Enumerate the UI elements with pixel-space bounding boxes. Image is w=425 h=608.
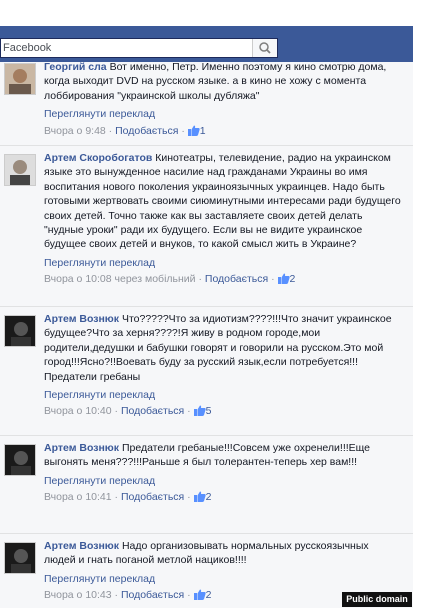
avatar-photo-icon (5, 155, 35, 185)
translate-link[interactable]: Переглянути переклад (44, 256, 402, 270)
thumbs-up-icon (193, 491, 206, 503)
like-count[interactable]: 5 (206, 405, 212, 417)
translate-link[interactable]: Переглянути переклад (44, 388, 402, 402)
comment-meta: Вчора о 10:08 через мобільний · Подобаєт… (44, 273, 296, 286)
avatar-photo-icon (5, 64, 35, 94)
comment-text: Кинотеатры, телевидение, радио на украин… (44, 152, 401, 251)
like-button[interactable]: Подобається (115, 125, 178, 137)
avatar[interactable] (4, 63, 36, 95)
avatar[interactable] (4, 542, 36, 574)
comment-meta: Вчора о 9:48 · Подобається · 1 (44, 124, 206, 137)
avatar-photo-icon (5, 445, 35, 475)
like-count[interactable]: 1 (200, 125, 206, 137)
comment: Артем Скоробогатов Кинотеатры, телевиден… (0, 146, 413, 307)
public-domain-badge: Public domain (342, 592, 412, 607)
comment-author[interactable]: Артем Вознюк (44, 540, 119, 552)
comment-author[interactable]: Георгий сла (44, 62, 107, 73)
avatar[interactable] (4, 444, 36, 476)
avatar[interactable] (4, 154, 36, 186)
translate-link[interactable]: Переглянути переклад (44, 107, 402, 121)
comment-time[interactable]: Вчора о 10:08 через мобільний (44, 273, 196, 285)
like-count[interactable]: 2 (206, 491, 212, 503)
comment-time[interactable]: Вчора о 10:40 (44, 405, 112, 417)
comment-author[interactable]: Артем Вознюк (44, 442, 119, 454)
avatar[interactable] (4, 315, 36, 347)
comment: Артем Вознюк Что?????Что за идиотизм????… (0, 307, 413, 436)
like-button[interactable]: Подобається (121, 491, 184, 503)
thumbs-up-icon (187, 125, 200, 136)
thumbs-up-icon (193, 589, 206, 601)
search-icon (259, 42, 271, 54)
comment-meta: Вчора о 10:40 · Подобається · 5 (44, 405, 212, 418)
comment-author[interactable]: Артем Вознюк (44, 313, 119, 325)
thumbs-up-icon (277, 273, 290, 285)
comment-time[interactable]: Вчора о 9:48 (44, 125, 106, 137)
avatar-photo-icon (5, 543, 35, 573)
like-button[interactable]: Подобається (205, 273, 268, 285)
search-button[interactable] (252, 39, 277, 57)
comment-time[interactable]: Вчора о 10:43 (44, 589, 112, 601)
thumbs-up-icon (193, 405, 206, 417)
avatar-photo-icon (5, 316, 35, 346)
search-box[interactable] (0, 38, 278, 58)
like-count[interactable]: 2 (206, 589, 212, 601)
comment-author[interactable]: Артем Скоробогатов (44, 152, 152, 164)
comment-meta: Вчора о 10:41 · Подобається · 2 (44, 491, 212, 504)
comment: Артем Вознюк Предатели гребаные!!!Совсем… (0, 436, 413, 534)
like-button[interactable]: Подобається (121, 589, 184, 601)
like-button[interactable]: Подобається (121, 405, 184, 417)
comments-feed: Георгий сла Вот именно, Петр. Именно поэ… (0, 62, 413, 608)
search-input[interactable] (1, 39, 251, 57)
comment: Георгий сла Вот именно, Петр. Именно поэ… (0, 62, 413, 146)
comment-time[interactable]: Вчора о 10:41 (44, 491, 112, 503)
like-count[interactable]: 2 (290, 273, 296, 285)
translate-link[interactable]: Переглянути переклад (44, 474, 402, 488)
translate-link[interactable]: Переглянути переклад (44, 572, 402, 586)
